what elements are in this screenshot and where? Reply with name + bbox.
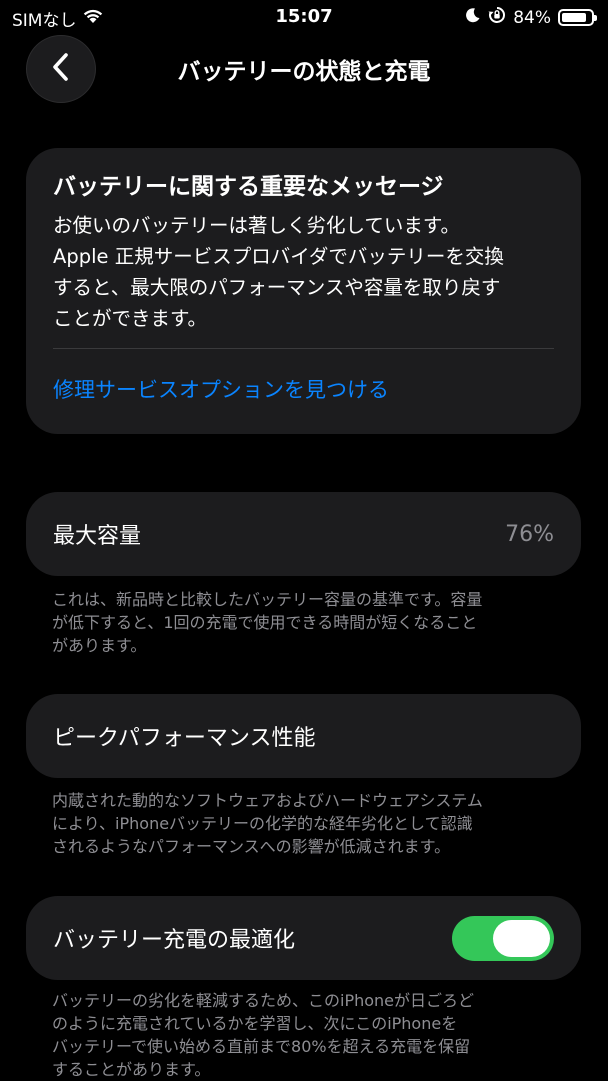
status-bar: SIMなし 15:07 84% [0, 0, 608, 34]
battery-level-fill [562, 13, 586, 22]
peak-performance-label: ピークパフォーマンス性能 [53, 726, 316, 751]
message-title: バッテリーに関する重要なメッセージ [53, 174, 444, 200]
toggle-knob [493, 919, 550, 957]
battery-icon [558, 9, 597, 26]
chevron-left-icon [50, 52, 72, 86]
moon-icon [465, 7, 481, 28]
optimized-charging-toggle[interactable] [452, 915, 554, 961]
divider [53, 348, 554, 349]
message-body: お使いのバッテリーは著しく劣化しています。 Apple 正規サービスプロバイダで… [53, 214, 504, 330]
battery-percent: 84% [513, 7, 551, 28]
optimized-charging-row: バッテリー充電の最適化 [26, 896, 581, 980]
battery-message-card: バッテリーに関する重要なメッセージ お使いのバッテリーは著しく劣化しています。 … [26, 148, 581, 434]
page-title: バッテリーの状態と充電 [177, 59, 431, 85]
max-capacity-footnote: これは、新品時と比較したバッテリー容量の基準です。容量 が低下すると、1回の充電… [52, 590, 483, 655]
peak-performance-row: ピークパフォーマンス性能 [26, 694, 581, 778]
find-repair-options-link[interactable]: 修理サービスオプションを見つける [53, 374, 389, 404]
optimized-charging-label: バッテリー充電の最適化 [53, 928, 296, 953]
max-capacity-value: 76% [505, 521, 554, 547]
optimized-charging-footnote: バッテリーの劣化を軽減するため、このiPhoneが日ごろど のように充電されてい… [52, 991, 475, 1079]
status-right: 84% [465, 6, 597, 29]
max-capacity-label: 最大容量 [53, 524, 142, 549]
back-button[interactable] [26, 35, 96, 103]
peak-performance-footnote: 内蔵された動的なソフトウェアおよびハードウェアシステム により、iPhoneバッ… [52, 791, 483, 856]
rotation-lock-icon [488, 6, 506, 29]
max-capacity-row: 最大容量 76% [26, 492, 581, 576]
